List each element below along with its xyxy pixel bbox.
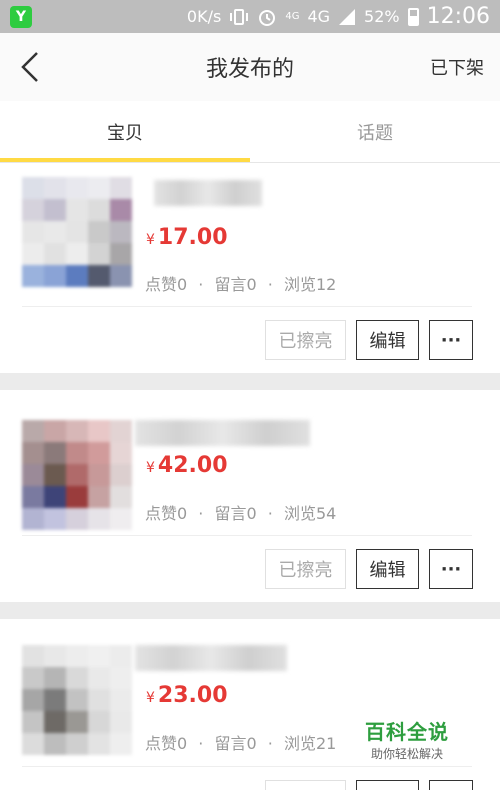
item-stats: 点赞0 · 留言0 · 浏览54 — [145, 500, 336, 524]
tab-items[interactable]: 宝贝 — [0, 101, 250, 162]
status-right: 0K/s 4G 4G 52% 12:06 — [187, 4, 490, 29]
edit-button[interactable] — [356, 780, 419, 790]
stats-separator: · — [198, 504, 204, 523]
item-title[interactable] — [135, 420, 310, 446]
delisted-link[interactable]: 已下架 — [430, 54, 484, 80]
more-button[interactable]: ··· — [429, 549, 473, 589]
signal-type: 4G — [307, 7, 331, 26]
status-bar: Y 0K/s 4G 4G 52% 12:06 — [0, 0, 500, 33]
alarm-icon — [259, 9, 276, 26]
battery-percent: 52% — [364, 7, 400, 26]
edit-button[interactable]: 编辑 — [356, 320, 419, 360]
nav-bar: 我发布的 已下架 — [0, 33, 500, 101]
battery-icon — [407, 7, 419, 26]
price-value: 23.00 — [157, 683, 228, 708]
item-stats: 点赞0 · 留言0 · 浏览21 — [145, 730, 336, 754]
divider — [22, 535, 472, 536]
back-button[interactable] — [0, 33, 60, 101]
edit-button[interactable]: 编辑 — [356, 549, 419, 589]
item-stats: 点赞0 · 留言0 · 浏览12 — [145, 271, 336, 295]
polish-button[interactable]: 已擦亮 — [265, 549, 346, 589]
item-price: ¥17.00 — [146, 225, 228, 250]
network-speed: 0K/s — [186, 7, 222, 26]
list-item[interactable]: ¥17.00 点赞0 · 留言0 · 浏览12 已擦亮 编辑 ··· — [0, 163, 500, 373]
item-title[interactable] — [135, 645, 287, 671]
app-notification-icon: Y — [10, 5, 32, 28]
price-value: 17.00 — [157, 225, 228, 250]
stats-separator: · — [267, 275, 273, 294]
signal-type-small: 4G — [285, 11, 300, 22]
divider — [22, 766, 472, 767]
stats-separator: · — [267, 504, 273, 523]
currency-symbol: ¥ — [146, 232, 155, 248]
currency-symbol: ¥ — [146, 460, 155, 476]
divider — [22, 306, 472, 307]
polish-button[interactable] — [265, 780, 346, 790]
polish-button[interactable]: 已擦亮 — [265, 320, 346, 360]
price-value: 42.00 — [157, 453, 228, 478]
watermark-title: 百科全说 — [365, 720, 449, 744]
signal-icon — [339, 8, 356, 25]
product-thumbnail[interactable] — [22, 420, 132, 530]
stats-separator: · — [267, 734, 273, 753]
comments-count: 留言0 — [214, 734, 257, 753]
list-item[interactable]: ¥23.00 点赞0 · 留言0 · 浏览21 — [0, 619, 500, 790]
tab-bar: 宝贝 话题 — [0, 101, 500, 163]
views-count: 浏览12 — [283, 275, 337, 294]
item-list: ¥17.00 点赞0 · 留言0 · 浏览12 已擦亮 编辑 ··· ¥42.0… — [0, 163, 500, 790]
product-thumbnail[interactable] — [22, 177, 132, 287]
item-price: ¥42.00 — [146, 453, 228, 478]
more-button[interactable]: ··· — [429, 320, 473, 360]
stats-separator: · — [198, 275, 204, 294]
vibrate-icon — [230, 8, 249, 25]
page-title: 我发布的 — [205, 57, 294, 82]
clock: 12:06 — [426, 4, 490, 29]
views-count: 浏览21 — [283, 734, 337, 753]
currency-symbol: ¥ — [146, 690, 155, 706]
views-count: 浏览54 — [283, 504, 337, 523]
watermark-logo: 百科全说 助你轻松解决 — [365, 716, 449, 762]
item-title[interactable] — [154, 180, 262, 206]
comments-count: 留言0 — [214, 504, 257, 523]
more-button[interactable] — [429, 780, 473, 790]
chevron-left-icon — [21, 52, 38, 82]
list-item[interactable]: ¥42.00 点赞0 · 留言0 · 浏览54 已擦亮 编辑 ··· — [0, 390, 500, 602]
likes-count: 点赞0 — [145, 504, 188, 523]
likes-count: 点赞0 — [145, 734, 188, 753]
likes-count: 点赞0 — [145, 275, 188, 294]
tab-topics[interactable]: 话题 — [250, 101, 500, 162]
comments-count: 留言0 — [214, 275, 257, 294]
item-price: ¥23.00 — [146, 683, 228, 708]
product-thumbnail[interactable] — [22, 645, 132, 755]
watermark-subtitle: 助你轻松解决 — [370, 747, 443, 761]
stats-separator: · — [198, 734, 204, 753]
